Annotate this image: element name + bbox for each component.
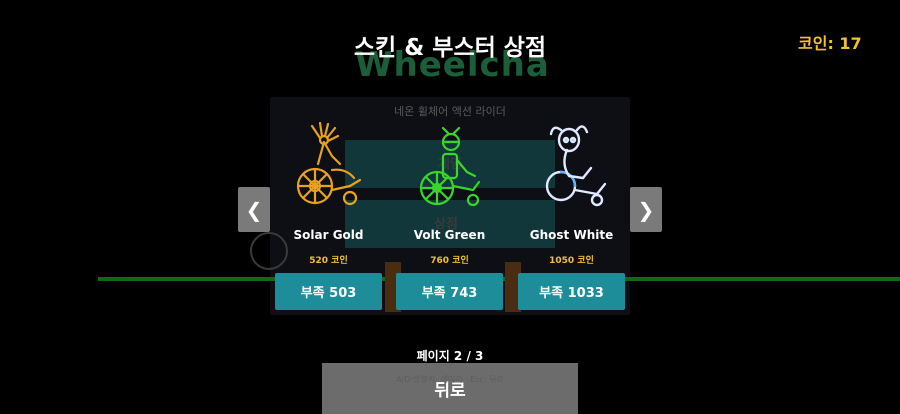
back-button[interactable]: 뒤로 xyxy=(322,363,578,414)
next-page-button[interactable]: ❯ xyxy=(630,187,662,232)
item-name: Ghost White xyxy=(529,228,614,242)
item-name: Solar Gold xyxy=(293,228,364,242)
coin-counter: 코인: 17 xyxy=(798,34,862,53)
controls-hint: A/D·방향키: 페이지 · Esc: 뒤로 xyxy=(396,375,504,384)
buy-button[interactable]: 부족 503 xyxy=(275,273,382,310)
buy-button[interactable]: 부족 743 xyxy=(396,273,503,310)
wheelchair-rider-icon xyxy=(419,126,481,207)
item-price: 760 코인 xyxy=(430,256,469,266)
wheelchair-rider-icon xyxy=(545,125,607,207)
item-name: Volt Green xyxy=(413,228,486,242)
item-price: 520 코인 xyxy=(309,256,348,266)
item-price: 1050 코인 xyxy=(549,256,594,266)
prev-page-button[interactable]: ❮ xyxy=(238,187,270,232)
wheelchair-rider-icon xyxy=(296,121,362,206)
buy-button[interactable]: 부족 1033 xyxy=(518,273,625,310)
page-indicator: 페이지 2 / 3 xyxy=(416,349,484,363)
background-subtitle: 네온 휠체어 액션 라이더 xyxy=(394,105,506,118)
shop-title: 스킨 & 부스터 상점 xyxy=(353,35,547,61)
